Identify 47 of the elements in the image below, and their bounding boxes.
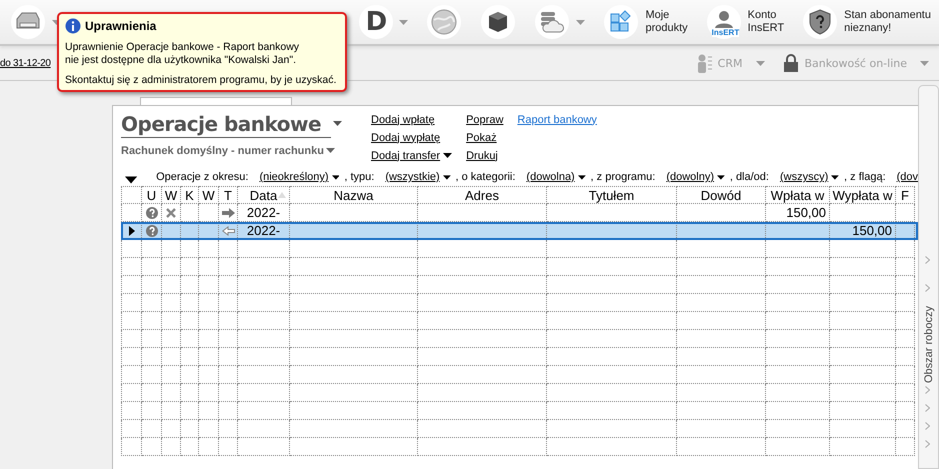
column-header[interactable]: Tytułem [547, 186, 677, 204]
filter-label: , z programu: [590, 171, 656, 183]
toolbar-button[interactable]: Stan abonamentu nieznany! [802, 4, 931, 40]
date-link[interactable]: do 31-12-20 [0, 58, 51, 68]
column-header[interactable]: U [142, 186, 162, 204]
filter-label: , typu: [344, 171, 374, 183]
popup-message: Uprawnienie Operacje bankowe - Raport bankowy nie jest dostępne dla użytkownika "Kowalski Jan". [65, 41, 300, 67]
document-title[interactable]: Operacje bankowe [121, 112, 332, 138]
action-link[interactable]: Pokaż [466, 132, 497, 144]
table-cell: 2022- [238, 222, 290, 240]
filter-dropdown[interactable]: (nieokreślony) [259, 171, 329, 183]
table-row[interactable]: 2022- 150,00 [121, 222, 918, 240]
filter-label: Operacje z okresu: [156, 171, 248, 183]
popup-message: Skontaktuj się z administratorem programu, by je uzyskać. [65, 74, 336, 87]
brand-label: InsERT [712, 28, 740, 37]
action-link[interactable]: Dodaj wpłatę [371, 114, 435, 126]
action-link[interactable]: Dodaj transfer [371, 150, 440, 162]
table-cell: 150,00 [830, 222, 896, 240]
filter-label: , dla/od: [730, 171, 769, 183]
action-link[interactable]: Drukuj [466, 150, 498, 162]
filter-dropdown[interactable]: (dowolna) [526, 171, 575, 183]
filter-dropdown[interactable]: (dov [896, 171, 918, 183]
filter-dropdown[interactable]: (wszyscy) [780, 171, 828, 183]
column-header[interactable]: F [896, 186, 915, 204]
filter-label: , o kategorii: [456, 171, 516, 183]
filter-dropdown[interactable]: (wszystkie) [385, 171, 440, 183]
action-link[interactable]: Raport bankowy [517, 114, 597, 126]
column-header[interactable]: Nazwa [290, 186, 418, 204]
account-selector[interactable]: Rachunek domyślny - numer rachunku [121, 145, 324, 157]
column-header[interactable]: Dowód [677, 186, 766, 204]
letter-button[interactable]: D [359, 5, 394, 39]
toolbar-button[interactable]: Moje produkty [603, 4, 688, 40]
side-panel-tab[interactable]: Obszar roboczy [922, 306, 934, 384]
filter-dropdown[interactable]: (dowolny) [666, 171, 714, 183]
column-header[interactable]: Data [238, 186, 290, 204]
popup-title: Uprawnienia [85, 19, 156, 33]
column-header[interactable]: Wpłata w [766, 186, 830, 204]
action-link[interactable]: Dodaj wypłatę [371, 132, 440, 144]
column-header[interactable]: Adres [418, 186, 547, 204]
toolbar-button[interactable]: InsERT Konto InsERT [706, 4, 784, 40]
column-header[interactable]: T [219, 186, 238, 204]
column-header[interactable]: W [162, 186, 181, 204]
column-header[interactable]: Wypłata w [830, 186, 896, 204]
filter-label: , z flagą: [844, 171, 886, 183]
column-header[interactable]: W [199, 186, 219, 204]
action-link[interactable]: Popraw [466, 114, 504, 126]
column-header[interactable]: K [181, 186, 199, 204]
